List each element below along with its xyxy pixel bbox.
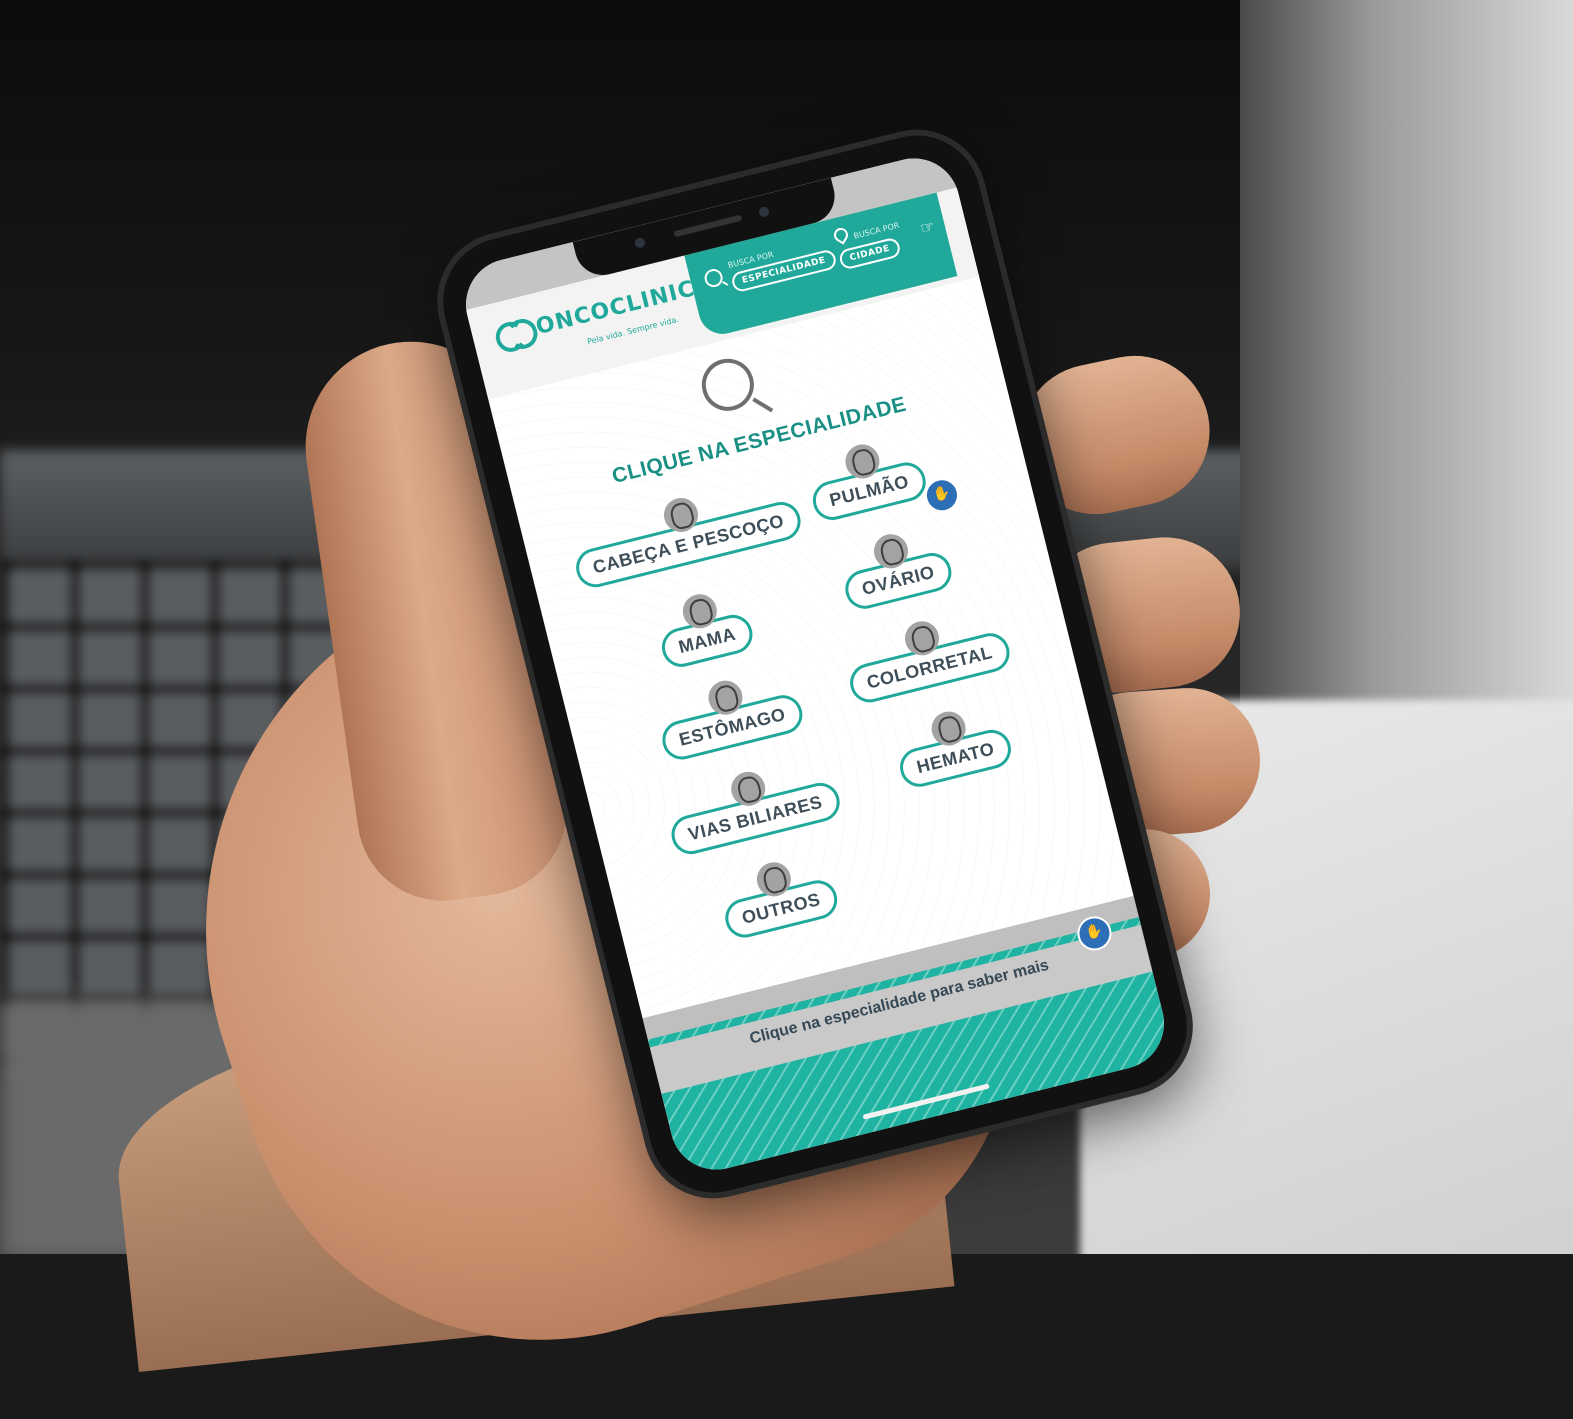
search-by-city[interactable]: BUSCA POR CIDADE xyxy=(831,213,906,271)
speaker-grille xyxy=(673,214,743,238)
city-search-button[interactable]: CIDADE xyxy=(837,236,902,271)
search-icon xyxy=(702,267,725,289)
camera-icon xyxy=(633,236,646,249)
location-pin-icon xyxy=(831,225,851,245)
camera-icon xyxy=(758,205,771,218)
city-search-label: BUSCA POR xyxy=(852,220,901,241)
hand-pointer-icon[interactable]: ☞ xyxy=(918,216,937,238)
